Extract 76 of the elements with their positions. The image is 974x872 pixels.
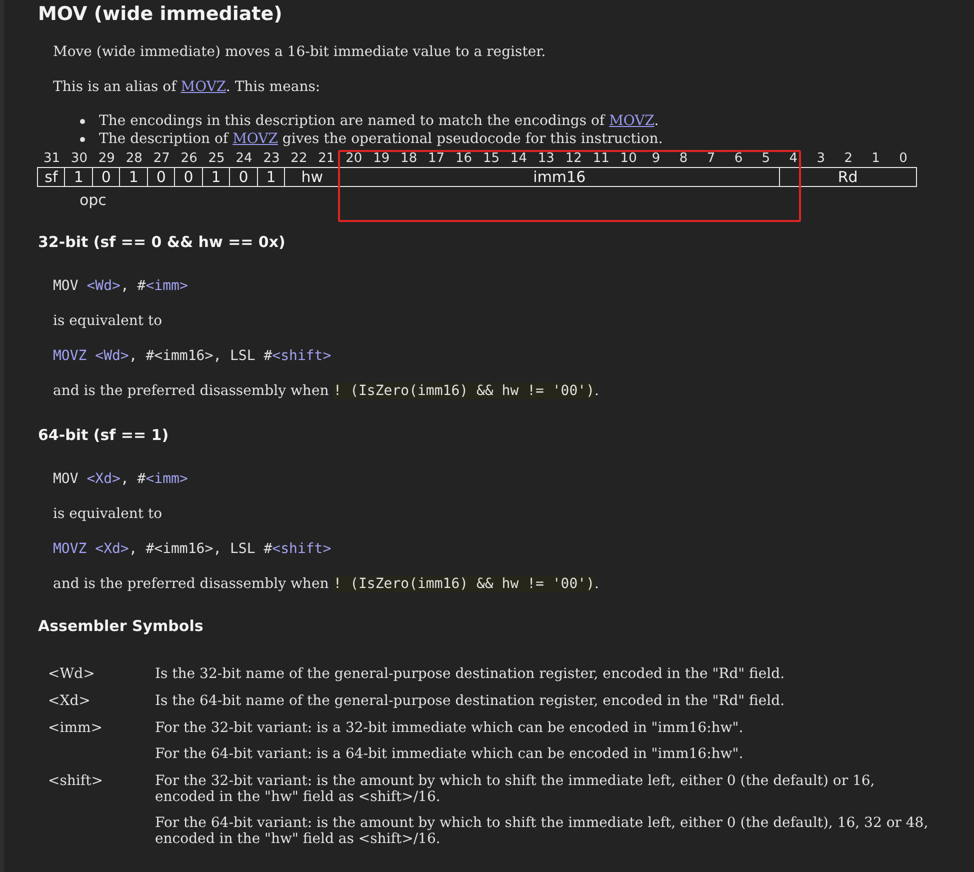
bit-number: 6: [733, 150, 744, 167]
bullet-icon: [80, 136, 85, 142]
bit-number: 13: [536, 150, 556, 167]
bit-number: 12: [564, 150, 583, 167]
bit-number: 26: [180, 150, 198, 167]
bit-number: 11: [592, 150, 610, 167]
bit-number: 29: [97, 150, 116, 167]
symbol-description: For the 64-bit variant: is a 64-bit immediate which can be encoded in "imm16:hw".: [155, 746, 744, 762]
bit-number: 24: [234, 150, 254, 167]
symbol-description: Is the 32-bit name of the general-purpose destination register, encoded in the "Rd" field.: [155, 666, 786, 682]
encoding-field: 0: [92, 167, 120, 187]
bit-number: 23: [262, 150, 281, 167]
bit-number: 22: [290, 150, 308, 167]
encoding-field: imm16: [339, 167, 780, 187]
field-caption: opc: [78, 190, 108, 210]
paragraph: This is an alias of MOVZ. This means:: [52, 78, 322, 96]
bit-number: 19: [372, 150, 391, 167]
symbol-description: For the 32-bit variant: is the amount by which to shift the immediate left, either 0 (the default) or 16, encoded in the "hw" field as <shift>/16.: [155, 773, 876, 805]
symbol-description: For the 32-bit variant: is a 32-bit immediate which can be encoded in "imm16:hw".: [155, 720, 744, 736]
bit-number: 1: [870, 150, 881, 167]
bit-number: 15: [482, 150, 500, 167]
bit-number: 8: [678, 150, 689, 167]
bullet-text: The encodings in this description are named to match the encodings of MOVZ.: [99, 112, 659, 130]
encoding-field: 0: [146, 167, 176, 187]
encoding-field: sf: [37, 167, 66, 187]
bit-number: 20: [344, 150, 364, 167]
paragraph: and is the preferred disassembly when ! (IsZero(imm16) && hw != '00').: [52, 575, 600, 594]
encoding-field: 0: [174, 167, 203, 187]
symbol-name: <Wd>: [48, 666, 96, 682]
bit-number: 28: [124, 150, 144, 167]
symbol-name: <imm>: [48, 720, 104, 738]
bit-number: 0: [898, 150, 908, 167]
encoding-field: 0: [229, 167, 258, 187]
movz-link[interactable]: MOVZ: [609, 113, 654, 129]
bit-number: 31: [42, 150, 61, 167]
bit-number: 17: [427, 150, 446, 167]
bit-number: 10: [619, 150, 638, 167]
code-line: MOV <Xd>, #<imm>: [52, 470, 189, 489]
page-title: MOV (wide immediate): [37, 2, 284, 25]
movz-link[interactable]: MOVZ: [232, 131, 278, 147]
encoding-field: 1: [256, 167, 286, 187]
bit-number: 2: [843, 150, 854, 167]
section-heading: 32-bit (sf == 0 && hw == 0x): [37, 232, 286, 252]
encoding-field: Rd: [778, 167, 917, 187]
bit-number: 27: [152, 150, 171, 167]
code-line: MOVZ <Wd>, #<imm16>, LSL #<shift>: [52, 347, 332, 366]
bit-number: 5: [760, 150, 772, 167]
code-line: MOVZ <Xd>, #<imm16>, LSL #<shift>: [52, 540, 332, 559]
bit-number: 4: [788, 150, 799, 167]
bullet-icon: [80, 118, 85, 124]
bit-number: 18: [400, 150, 418, 167]
paragraph: is equivalent to: [52, 312, 164, 331]
bit-number: 9: [650, 150, 662, 167]
symbol-description: For the 64-bit variant: is the amount by which to shift the immediate left, either 0 (the default), 16, 32 or 48, encoded in the "hw" field as <shift>/16.: [155, 815, 930, 847]
symbol-name: <shift>: [48, 773, 104, 791]
bullet-text: The description of MOVZ gives the operational pseudocode for this instruction.: [99, 130, 663, 148]
encoding-field: 1: [202, 167, 230, 187]
bit-number: 7: [706, 150, 716, 167]
bit-number: 14: [509, 150, 528, 167]
bit-number: 21: [317, 150, 336, 167]
code-line: MOV <Wd>, #<imm>: [52, 277, 189, 296]
symbol-description: Is the 64-bit name of the general-purpose destination register, encoded in the "Rd" field.: [155, 693, 786, 709]
encoding-field: hw: [284, 167, 340, 187]
encoding-field: 1: [64, 167, 93, 187]
section-heading: 64-bit (sf == 1): [37, 425, 170, 445]
paragraph: is equivalent to: [52, 505, 164, 524]
encoding-field: 1: [119, 167, 148, 187]
bit-number: 25: [207, 150, 226, 167]
paragraph: Move (wide immediate) moves a 16-bit immediate value to a register.: [52, 43, 547, 61]
paragraph: and is the preferred disassembly when ! (IsZero(imm16) && hw != '00').: [52, 382, 600, 401]
section-heading: Assembler Symbols: [37, 616, 204, 636]
bit-number: 16: [454, 150, 474, 167]
symbol-name: <Xd>: [48, 693, 92, 709]
bit-number: 30: [70, 150, 88, 167]
bit-number: 3: [816, 150, 826, 167]
movz-link[interactable]: MOVZ: [180, 79, 226, 95]
